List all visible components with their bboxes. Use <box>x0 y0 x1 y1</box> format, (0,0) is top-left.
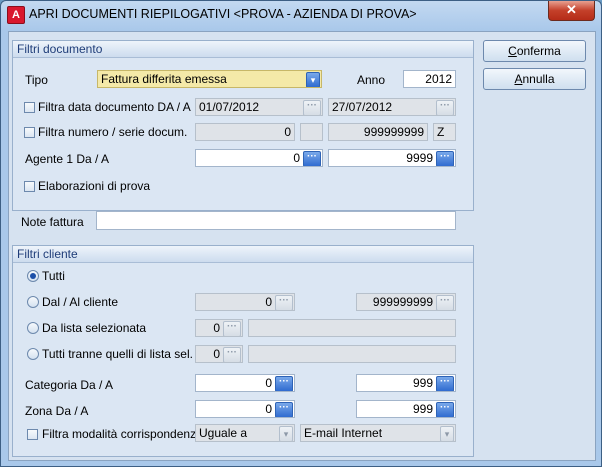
categoria-from-field[interactable]: 0 ··· <box>195 374 295 392</box>
close-button[interactable]: ✕ <box>548 1 595 21</box>
radio-dal-al-cliente[interactable] <box>27 296 39 308</box>
title-bar[interactable]: A APRI DOCUMENTI RIEPILOGATIVI <PROVA - … <box>1 1 601 29</box>
anno-label: Anno <box>357 73 386 87</box>
lookup-icon[interactable]: ··· <box>436 295 454 310</box>
cliente-from-field[interactable]: 0 ··· <box>195 293 295 311</box>
radio-da-lista[interactable] <box>27 322 39 334</box>
filtra-numero-checkbox[interactable] <box>24 127 35 138</box>
modalita-operator-select[interactable]: Uguale a ▾ <box>195 424 295 442</box>
modalita-operator-value: Uguale a <box>199 426 248 440</box>
filtra-data-label: Filtra data documento DA / A <box>38 100 191 114</box>
modalita-value-select[interactable]: E-mail Internet ▾ <box>300 424 456 442</box>
lookup-icon[interactable]: ··· <box>275 376 293 391</box>
window-title: APRI DOCUMENTI RIEPILOGATIVI <PROVA - AZ… <box>29 7 417 21</box>
categoria-from-value: 0 <box>265 376 272 390</box>
cliente-to-field[interactable]: 999999999 ··· <box>356 293 456 311</box>
filtra-modalita-label: Filtra modalità corrispondenza <box>42 427 203 441</box>
categoria-to-field[interactable]: 999 ··· <box>356 374 456 392</box>
radio-dal-al-label: Dal / Al cliente <box>42 295 119 309</box>
agente-from-value: 0 <box>293 151 300 165</box>
serie-from-input[interactable] <box>300 123 323 141</box>
filtri-cliente-group: Filtri cliente Tutti Dal / Al cliente 0 … <box>12 245 474 457</box>
data-from-field[interactable]: 01/07/2012 ··· <box>195 98 323 116</box>
filtra-modalita-checkbox[interactable] <box>27 429 38 440</box>
lookup-icon[interactable]: ··· <box>223 321 241 336</box>
chevron-down-icon[interactable]: ▾ <box>306 72 320 87</box>
cliente-from-value: 0 <box>265 295 272 309</box>
tranne-description <box>248 345 456 363</box>
data-from-value: 01/07/2012 <box>199 100 260 114</box>
chevron-down-icon[interactable]: ▾ <box>440 426 454 441</box>
agente-from-field[interactable]: 0 ··· <box>195 149 323 167</box>
note-fattura-label: Note fattura <box>21 215 84 229</box>
lista-description <box>248 319 456 337</box>
lista-field[interactable]: 0 ··· <box>195 319 243 337</box>
lookup-icon[interactable]: ··· <box>436 376 454 391</box>
app-icon: A <box>7 6 25 24</box>
dialog-window: A APRI DOCUMENTI RIEPILOGATIVI <PROVA - … <box>0 0 602 467</box>
agente-to-field[interactable]: 9999 ··· <box>328 149 456 167</box>
agente-to-value: 9999 <box>406 151 433 165</box>
zona-from-value: 0 <box>265 402 272 416</box>
filtri-documento-header: Filtri documento <box>13 41 473 58</box>
note-fattura-input[interactable] <box>96 211 456 230</box>
radio-tutti-label: Tutti <box>42 269 65 283</box>
lookup-icon[interactable]: ··· <box>303 151 321 166</box>
annulla-label: nnulla <box>522 72 555 86</box>
lookup-icon[interactable]: ··· <box>275 295 293 310</box>
agente-label: Agente 1 Da / A <box>25 152 110 166</box>
tranne-value: 0 <box>213 347 220 361</box>
categoria-label: Categoria Da / A <box>25 378 114 392</box>
numero-to-input[interactable]: 999999999 <box>328 123 428 141</box>
tipo-select[interactable]: Fattura differita emessa ▾ <box>97 70 322 88</box>
filtra-numero-label: Filtra numero / serie docum. <box>38 125 188 139</box>
radio-tutti[interactable] <box>27 270 39 282</box>
radio-da-lista-label: Da lista selezionata <box>42 321 147 335</box>
serie-to-input[interactable]: Z <box>433 123 456 141</box>
lookup-icon[interactable]: ··· <box>436 402 454 417</box>
filtri-cliente-header: Filtri cliente <box>13 246 473 263</box>
numero-from-input[interactable]: 0 <box>195 123 295 141</box>
data-to-value: 27/07/2012 <box>332 100 393 114</box>
tranne-field[interactable]: 0 ··· <box>195 345 243 363</box>
data-to-field[interactable]: 27/07/2012 ··· <box>328 98 456 116</box>
lookup-icon[interactable]: ··· <box>223 347 241 362</box>
zona-to-field[interactable]: 999 ··· <box>356 400 456 418</box>
calendar-picker-icon[interactable]: ··· <box>436 100 454 115</box>
calendar-picker-icon[interactable]: ··· <box>303 100 321 115</box>
categoria-to-value: 999 <box>412 376 433 390</box>
lookup-icon[interactable]: ··· <box>275 402 293 417</box>
modalita-value-text: E-mail Internet <box>304 426 383 440</box>
elaborazioni-label: Elaborazioni di prova <box>38 179 151 193</box>
radio-tutti-tranne[interactable] <box>27 348 39 360</box>
lookup-icon[interactable]: ··· <box>436 151 454 166</box>
tipo-select-value: Fattura differita emessa <box>101 72 227 86</box>
chevron-down-icon[interactable]: ▾ <box>279 426 293 441</box>
elaborazioni-checkbox[interactable] <box>24 181 35 192</box>
filtra-data-checkbox[interactable] <box>24 102 35 113</box>
annulla-button[interactable]: Annulla <box>483 68 586 90</box>
anno-input[interactable]: 2012 <box>403 70 456 88</box>
dialog-client-area: Filtri documento Tipo Fattura differita … <box>8 31 596 461</box>
tipo-label: Tipo <box>25 73 48 87</box>
cliente-to-value: 999999999 <box>372 295 433 309</box>
radio-tutti-tranne-label: Tutti tranne quelli di lista sel. <box>42 347 193 361</box>
filtri-documento-group: Filtri documento Tipo Fattura differita … <box>12 40 474 211</box>
conferma-accelerator: C <box>508 44 517 58</box>
zona-to-value: 999 <box>412 402 433 416</box>
conferma-label: onferma <box>516 44 561 58</box>
conferma-button[interactable]: Conferma <box>483 40 586 62</box>
zona-label: Zona Da / A <box>25 404 89 418</box>
zona-from-field[interactable]: 0 ··· <box>195 400 295 418</box>
lista-value: 0 <box>213 321 220 335</box>
